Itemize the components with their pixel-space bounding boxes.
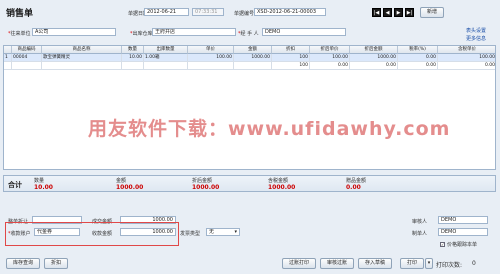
handler-field[interactable]: DEMO bbox=[262, 28, 346, 36]
row1-disc-amount[interactable]: 1000.00 bbox=[350, 54, 398, 62]
totals-tax-amount-value: 1000.00 bbox=[268, 184, 296, 191]
col-header-price[interactable]: 单价 bbox=[188, 46, 234, 54]
totals-amount-label: 金额 bbox=[116, 178, 127, 184]
invoice-type-value: 无 bbox=[209, 229, 215, 235]
watermark-text: 用友软件下载：www.ufidawhy.com bbox=[88, 118, 451, 140]
print-button[interactable]: 打印 bbox=[400, 258, 424, 269]
totals-gift-amount-label: 赠品金额 bbox=[346, 178, 367, 184]
totals-amount-value: 1000.00 bbox=[116, 184, 144, 191]
row2-tax-price[interactable]: 0.00 bbox=[438, 62, 495, 70]
col-header-discount[interactable]: 折扣 bbox=[272, 46, 310, 54]
totals-qty-label: 数量 bbox=[34, 178, 45, 184]
invoice-type-select[interactable]: 无 ▾ bbox=[206, 228, 240, 236]
row1-price[interactable]: 100.00 bbox=[188, 54, 234, 62]
warehouse-label: 出库仓库 bbox=[130, 30, 153, 37]
totals-disc-amount-value: 1000.00 bbox=[192, 184, 220, 191]
track-cost-option[interactable]: ✓ 价格跟踪本单 bbox=[440, 241, 477, 248]
last-record-button[interactable]: ▶| bbox=[405, 8, 414, 17]
col-header-out-qty[interactable]: 出库数量 bbox=[144, 46, 188, 54]
date-field[interactable]: 2012-06-21 bbox=[144, 8, 189, 16]
receive-account-label: 收款账户 bbox=[8, 230, 31, 237]
row1-code[interactable]: 00004 bbox=[12, 54, 42, 62]
page-title: 销售单 bbox=[6, 9, 34, 19]
new-button[interactable]: 新增 bbox=[420, 7, 444, 18]
col-header-index bbox=[4, 46, 12, 54]
print-count-value: 0 bbox=[472, 260, 476, 267]
row1-qty[interactable]: 10.00 bbox=[122, 54, 144, 62]
receive-amount-label: 收款金额 bbox=[92, 231, 113, 237]
row2-tax-rate[interactable]: 0.00 bbox=[398, 62, 438, 70]
print-post-button[interactable]: 过账打印 bbox=[282, 258, 316, 269]
receive-account-field[interactable]: 代金券 bbox=[34, 228, 80, 236]
row1-index: 1 bbox=[4, 54, 12, 62]
warehouse-field[interactable]: 王府井店 bbox=[152, 28, 236, 36]
col-header-tax-price[interactable]: 含税单价 bbox=[438, 46, 495, 54]
invoice-type-label: 发票类型 bbox=[180, 231, 201, 237]
chevron-down-icon: ▾ bbox=[234, 229, 237, 235]
row2-name[interactable] bbox=[42, 62, 122, 70]
number-field[interactable]: XSD-2012-06-21-00003 bbox=[254, 8, 326, 16]
totals-label: 合计 bbox=[8, 181, 22, 189]
row1-out-qty[interactable]: 1.00箱 bbox=[144, 54, 188, 62]
handler-label: 经 手 人 bbox=[238, 30, 259, 37]
audit-post-button[interactable]: 审核过账 bbox=[320, 258, 354, 269]
next-record-button[interactable]: ▶ bbox=[394, 8, 403, 17]
row1-amount[interactable]: 1000.00 bbox=[234, 54, 272, 62]
customer-field[interactable]: A公司 bbox=[32, 28, 116, 36]
track-cost-label: 价格跟踪本单 bbox=[447, 242, 478, 248]
first-record-button[interactable]: |◀ bbox=[372, 8, 381, 17]
row2-code[interactable] bbox=[12, 62, 42, 70]
row1-disc-price[interactable]: 100.00 bbox=[310, 54, 350, 62]
row1-tax-rate[interactable]: 0.00 bbox=[398, 54, 438, 62]
prev-record-button[interactable]: ◀ bbox=[383, 8, 392, 17]
row2-index bbox=[4, 62, 12, 70]
header-settings-link[interactable]: 表头设置 bbox=[466, 27, 486, 34]
totals-gift-amount-value: 0.00 bbox=[346, 184, 361, 191]
row2-discount[interactable]: 100 bbox=[272, 62, 310, 70]
items-grid: 商品编码 商品名称 数量 出库数量 单价 金额 折扣 折后单价 折后金额 税率(… bbox=[3, 45, 496, 170]
totals-disc-amount-label: 折后金额 bbox=[192, 178, 213, 184]
row2-disc-price[interactable]: 0.00 bbox=[310, 62, 350, 70]
row1-name[interactable]: 歌宝弹簧精灵 bbox=[42, 54, 122, 62]
stock-check-button[interactable]: 库存查询 bbox=[6, 258, 40, 269]
row2-amount[interactable] bbox=[234, 62, 272, 70]
row2-out-qty[interactable] bbox=[144, 62, 188, 70]
row1-tax-price[interactable]: 100.00 bbox=[438, 54, 495, 62]
row2-price[interactable] bbox=[188, 62, 234, 70]
number-label: 单据编号 bbox=[234, 11, 255, 17]
col-header-code[interactable]: 商品编码 bbox=[12, 46, 42, 54]
maker-label: 制单人 bbox=[412, 231, 428, 237]
auditor-field[interactable]: DEMO bbox=[438, 216, 488, 224]
col-header-name[interactable]: 商品名称 bbox=[42, 46, 122, 54]
col-header-disc-amount[interactable]: 折后金额 bbox=[350, 46, 398, 54]
row2-qty[interactable] bbox=[122, 62, 144, 70]
totals-qty-value: 10.00 bbox=[34, 184, 53, 191]
save-draft-button[interactable]: 存入草稿 bbox=[358, 258, 392, 269]
col-header-tax-rate[interactable]: 税率(%) bbox=[398, 46, 438, 54]
totals-tax-amount-label: 含税金额 bbox=[268, 178, 289, 184]
totals-bar: 合计 数量 10.00 金额 1000.00 折后金额 1000.00 含税金额… bbox=[3, 175, 496, 192]
maker-field[interactable]: DEMO bbox=[438, 228, 488, 236]
col-header-disc-price[interactable]: 折后单价 bbox=[310, 46, 350, 54]
customer-label: 往来单位 bbox=[8, 30, 31, 37]
row1-discount[interactable]: 100 bbox=[272, 54, 310, 62]
record-nav: |◀ ◀ ▶ ▶| bbox=[372, 8, 414, 17]
col-header-qty[interactable]: 数量 bbox=[122, 46, 144, 54]
auditor-label: 审核人 bbox=[412, 219, 428, 225]
discount-button[interactable]: 折扣 bbox=[44, 258, 68, 269]
col-header-amount[interactable]: 金额 bbox=[234, 46, 272, 54]
receive-amount-field[interactable]: 1000.00 bbox=[120, 228, 176, 236]
more-info-link[interactable]: 更多信息 bbox=[466, 35, 486, 42]
time-field[interactable]: 07:33:31 bbox=[192, 8, 224, 16]
row2-disc-amount[interactable]: 0.00 bbox=[350, 62, 398, 70]
print-dropdown-icon[interactable]: ▾ bbox=[425, 258, 433, 269]
print-count-label: 打印次数: bbox=[436, 262, 463, 269]
checkbox-icon[interactable]: ✓ bbox=[440, 242, 445, 247]
